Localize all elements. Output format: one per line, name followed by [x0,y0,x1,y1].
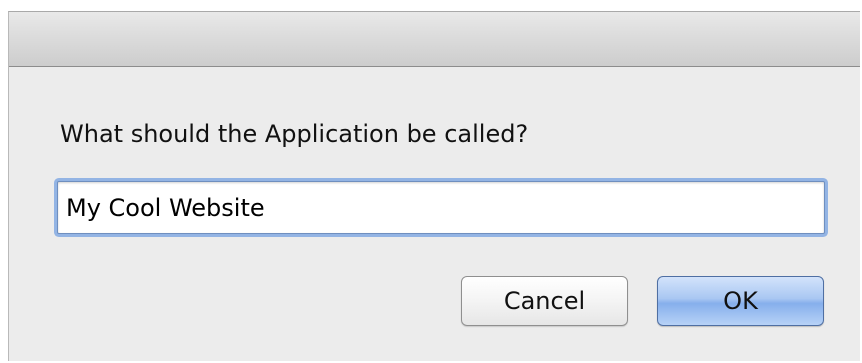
application-name-input[interactable] [57,181,825,234]
ok-button[interactable]: OK [657,276,824,326]
dialog-window: What should the Application be called? C… [8,11,860,361]
title-bar[interactable] [9,12,860,67]
cancel-button[interactable]: Cancel [461,276,628,326]
dialog-body: What should the Application be called? C… [9,67,860,361]
dialog-prompt: What should the Application be called? [60,120,529,148]
page: What should the Application be called? C… [0,0,862,363]
